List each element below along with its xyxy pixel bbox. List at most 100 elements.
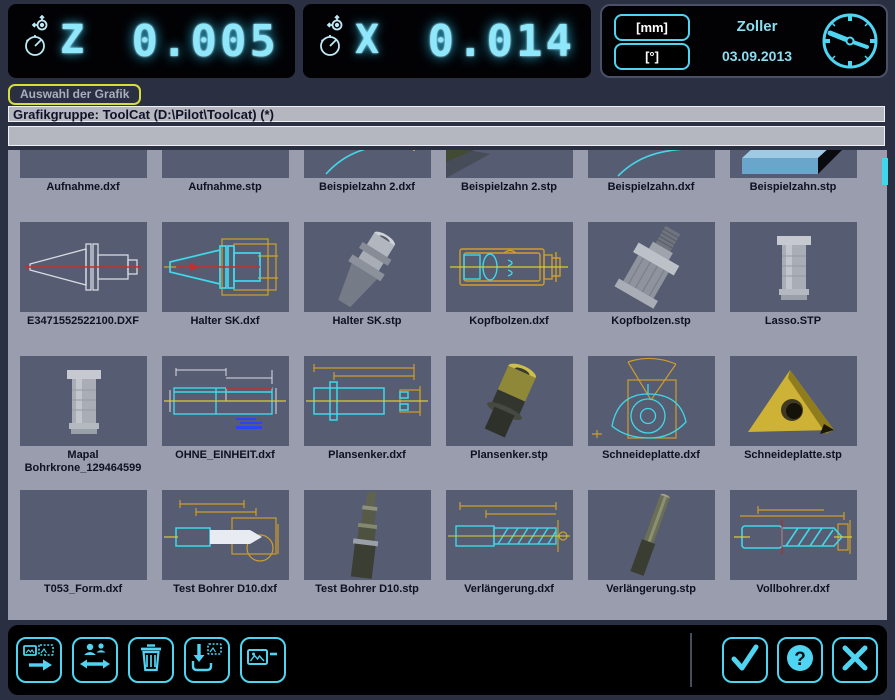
tool-thumbnail-icon xyxy=(20,222,147,312)
probe-gauge-icon xyxy=(24,14,54,65)
trash-icon xyxy=(134,641,168,680)
grid-item-label: Halter SK.dxf xyxy=(190,315,259,328)
image-minus-icon xyxy=(246,641,280,680)
question-icon: ? xyxy=(783,641,817,680)
grid-item[interactable]: Mapal Bohrkrone_129464599 xyxy=(12,356,154,490)
tool-thumbnail-icon xyxy=(20,490,147,580)
graphics-group-bar[interactable]: Grafikgruppe: ToolCat (D:\Pilot\Toolcat)… xyxy=(8,106,885,122)
grid-item[interactable]: Beispielzahn 2.dxf xyxy=(296,150,438,222)
grid-item-label: Schneideplatte.stp xyxy=(744,449,842,462)
move-graphic-button[interactable] xyxy=(16,637,62,683)
help-button[interactable]: ? xyxy=(777,637,823,683)
grid-item[interactable]: T053_Form.dxf xyxy=(12,490,154,620)
tool-thumbnail-icon xyxy=(730,222,857,312)
grid-item[interactable]: Kopfbolzen.dxf xyxy=(438,222,580,356)
grid-item[interactable]: Vollbohrer.dxf xyxy=(722,490,864,620)
grid-item[interactable]: Plansenker.stp xyxy=(438,356,580,490)
axis-x-display-panel: X 0.014 xyxy=(303,4,591,78)
grid-item[interactable]: Beispielzahn 2.stp xyxy=(438,150,580,222)
grid-item-label: Halter SK.stp xyxy=(332,315,401,328)
tool-thumbnail-icon xyxy=(446,150,573,178)
grid-item-label: Lasso.STP xyxy=(765,315,821,328)
tool-thumbnail-icon xyxy=(304,150,431,178)
import-graphic-button[interactable] xyxy=(184,637,230,683)
grid-item[interactable]: Kopfbolzen.stp xyxy=(580,222,722,356)
info-panel: [mm] [°] Zoller 03.09.2013 xyxy=(600,4,888,78)
grid-item-label: Mapal Bohrkrone_129464599 xyxy=(13,449,153,475)
bottom-toolbar: ? xyxy=(8,625,887,695)
graphics-grid-viewport: Aufnahme.dxf Aufnahme.stp Beispielzahn 2.d… xyxy=(8,150,887,620)
grid-item-label: Kopfbolzen.dxf xyxy=(469,315,548,328)
grid-item[interactable]: Plansenker.dxf xyxy=(296,356,438,490)
check-icon xyxy=(728,641,762,680)
grid-item-label: Beispielzahn 2.dxf xyxy=(319,181,415,194)
grid-item[interactable]: Schneideplatte.stp xyxy=(722,356,864,490)
grid-item-label: Kopfbolzen.stp xyxy=(611,315,690,328)
grid-item[interactable]: Verlängerung.stp xyxy=(580,490,722,620)
tool-thumbnail-icon xyxy=(730,356,857,446)
tool-thumbnail-icon xyxy=(588,222,715,312)
axis-z-display-panel: Z 0.005 xyxy=(8,4,295,78)
tool-thumbnail-icon xyxy=(730,490,857,580)
exchange-graphic-button[interactable] xyxy=(72,637,118,683)
brand-label: Zoller xyxy=(702,18,812,35)
grid-item[interactable]: Aufnahme.stp xyxy=(154,150,296,222)
tool-thumbnail-icon xyxy=(162,490,289,580)
unit-mm-button[interactable]: [mm] xyxy=(614,14,690,41)
grid-item[interactable]: OHNE_EINHEIT.dxf xyxy=(154,356,296,490)
grid-item-label: Test Bohrer D10.stp xyxy=(315,583,419,596)
axis-z-label: Z xyxy=(60,17,84,63)
zoller-graphics-selection-screen: Z 0.005 X 0.014 xyxy=(0,0,895,700)
grid-item[interactable]: Halter SK.stp xyxy=(296,222,438,356)
tool-thumbnail-icon xyxy=(304,356,431,446)
images-arrow-icon xyxy=(22,641,56,680)
probe-gauge-icon xyxy=(319,14,349,65)
tool-thumbnail-icon xyxy=(304,222,431,312)
ok-button[interactable] xyxy=(722,637,768,683)
tool-thumbnail-icon xyxy=(446,222,573,312)
people-swap-icon xyxy=(78,641,112,680)
axis-z-value: 0.005 xyxy=(132,16,279,67)
screen-title-badge: Auswahl der Grafik xyxy=(8,84,141,105)
grid-item[interactable]: Beispielzahn.stp xyxy=(722,150,864,222)
tool-thumbnail-icon xyxy=(730,150,857,178)
grid-item-label: Beispielzahn.dxf xyxy=(608,181,695,194)
tool-thumbnail-icon xyxy=(162,222,289,312)
grid-item-label: Verlängerung.stp xyxy=(606,583,696,596)
grid-item-label: Plansenker.dxf xyxy=(328,449,406,462)
grid-item[interactable]: Test Bohrer D10.dxf xyxy=(154,490,296,620)
grid-item[interactable]: Aufnahme.dxf xyxy=(12,150,154,222)
graphics-group-empty-row xyxy=(8,126,885,146)
tool-thumbnail-icon xyxy=(446,356,573,446)
tool-thumbnail-icon xyxy=(162,356,289,446)
grid-item-label: Beispielzahn.stp xyxy=(750,181,837,194)
analog-clock-icon xyxy=(818,9,882,78)
tool-thumbnail-icon xyxy=(304,490,431,580)
tool-thumbnail-icon xyxy=(588,150,715,178)
grid-item[interactable]: Halter SK.dxf xyxy=(154,222,296,356)
grid-item-label: Aufnahme.stp xyxy=(188,181,261,194)
grid-item[interactable]: Test Bohrer D10.stp xyxy=(296,490,438,620)
tool-thumbnail-icon xyxy=(588,356,715,446)
grid-item-label: Plansenker.stp xyxy=(470,449,548,462)
delete-graphic-button[interactable] xyxy=(128,637,174,683)
cancel-button[interactable] xyxy=(832,637,878,683)
grid-item[interactable]: Schneideplatte.dxf xyxy=(580,356,722,490)
remove-graphic-button[interactable] xyxy=(240,637,286,683)
grid-item-label: E3471552522100.DXF xyxy=(27,315,139,328)
grid-item-label: Vollbohrer.dxf xyxy=(756,583,829,596)
scrollbar-thumb[interactable] xyxy=(882,158,888,185)
unit-degree-button[interactable]: [°] xyxy=(614,43,690,70)
tool-thumbnail-icon xyxy=(162,150,289,178)
grid-item[interactable]: Beispielzahn.dxf xyxy=(580,150,722,222)
grid-item[interactable]: Verlängerung.dxf xyxy=(438,490,580,620)
tool-thumbnail-icon xyxy=(446,490,573,580)
tool-thumbnail-icon xyxy=(20,356,147,446)
grid-item[interactable]: Lasso.STP xyxy=(722,222,864,356)
graphics-grid-content: Aufnahme.dxf Aufnahme.stp Beispielzahn 2.d… xyxy=(12,150,887,620)
grid-item-label: Test Bohrer D10.dxf xyxy=(173,583,277,596)
image-download-icon xyxy=(190,641,224,680)
toolbar-divider xyxy=(690,633,692,687)
grid-item[interactable]: E3471552522100.DXF xyxy=(12,222,154,356)
grid-item-label: OHNE_EINHEIT.dxf xyxy=(175,449,275,462)
